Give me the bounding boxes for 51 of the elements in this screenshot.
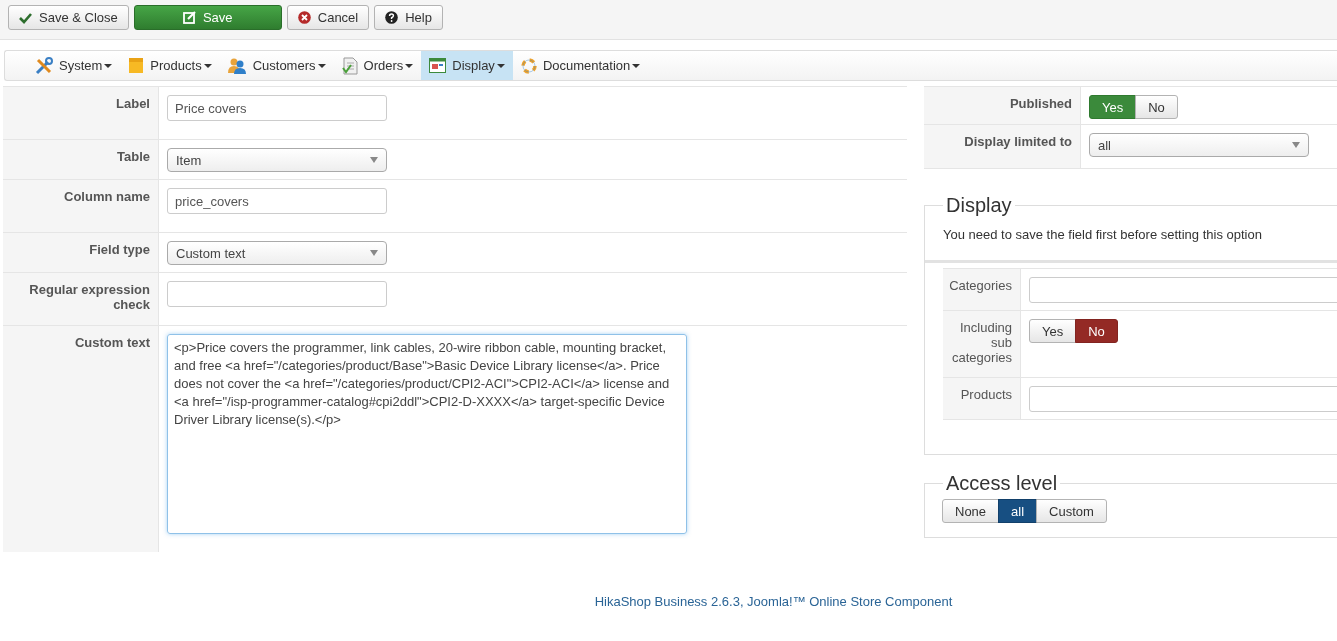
field-label: Label (115, 96, 150, 111)
toggle-option[interactable]: Yes (1029, 319, 1077, 343)
checkmark-icon (19, 11, 32, 24)
menu-item[interactable]: System (27, 51, 121, 80)
field-label: Products (959, 387, 1012, 402)
label-field[interactable]: Price covers (167, 95, 387, 121)
section-title: Display (945, 195, 1013, 215)
field-label: Categories (948, 278, 1012, 293)
footer-link[interactable]: HikaShop Business 2.6.3, Joomla!™ Online Store Component (594, 594, 953, 609)
products-field[interactable] (1029, 386, 1337, 412)
save-button[interactable]: Save (133, 5, 282, 30)
cancel-icon (297, 11, 311, 24)
toggle-option[interactable]: No (1075, 319, 1118, 343)
document-check-icon (341, 56, 358, 75)
toggle-option[interactable]: Yes (1089, 95, 1137, 119)
users-icon (227, 57, 247, 74)
table-dropdown[interactable]: Item (167, 148, 387, 172)
toggle-option[interactable]: None (942, 499, 1000, 523)
field-label: Custom text (73, 335, 150, 350)
field-label: Regular expression check (28, 282, 150, 312)
toggle-option[interactable]: Custom (1036, 499, 1107, 523)
field-label: Display limited to (963, 134, 1072, 149)
categories-field[interactable] (1029, 277, 1337, 303)
display-limit-dropdown[interactable]: all (1089, 133, 1309, 157)
edit-icon (182, 11, 196, 24)
help-button[interactable]: Help (374, 5, 443, 30)
regular-expression-field[interactable] (167, 281, 387, 307)
field-label: Including sub categories (951, 320, 1012, 365)
window-icon (429, 58, 447, 73)
menu-item[interactable]: Customers (219, 51, 334, 80)
help-icon (385, 11, 399, 24)
box-icon (128, 57, 145, 74)
field-label: Published (1008, 96, 1072, 111)
section-title: Access level (945, 473, 1059, 493)
field-label: Table (116, 149, 150, 164)
lifebuoy-icon (520, 57, 537, 74)
toggle-option[interactable]: No (1135, 95, 1178, 119)
cancel-button[interactable]: Cancel (286, 5, 370, 30)
column-name-field[interactable]: price_covers (167, 188, 387, 214)
save-close-button[interactable]: Save & Close (8, 5, 129, 30)
info-note: You need to save the field first before setting this option (925, 215, 1337, 263)
toggle-option[interactable]: all (998, 499, 1038, 523)
menu-item[interactable]: Products (120, 51, 220, 80)
custom-text-field[interactable]: <p>Price covers the programmer, link cables, 20-wire ribbon cable, mounting bracket, and free <a href="/categories/product/Base">Basic Device Library license</a>. Price does not cover the <a href="/categories/product/CPI2-ACI">CPI2-ACI</a> license and <a href="/isp-programmer-catalog#cpi2ddl">CPI2-D-XXXX</a> target-specific Device Driver Library license(s).</p> (167, 334, 687, 534)
tools-icon (35, 56, 53, 75)
field-label: Column name (63, 189, 150, 204)
menu-item[interactable]: Display (421, 51, 513, 80)
field-label: Field type (88, 242, 150, 257)
menu-item[interactable]: Orders (333, 51, 422, 80)
field-type-dropdown[interactable]: Custom text (167, 241, 387, 265)
menu-item[interactable]: Documentation (512, 51, 649, 80)
